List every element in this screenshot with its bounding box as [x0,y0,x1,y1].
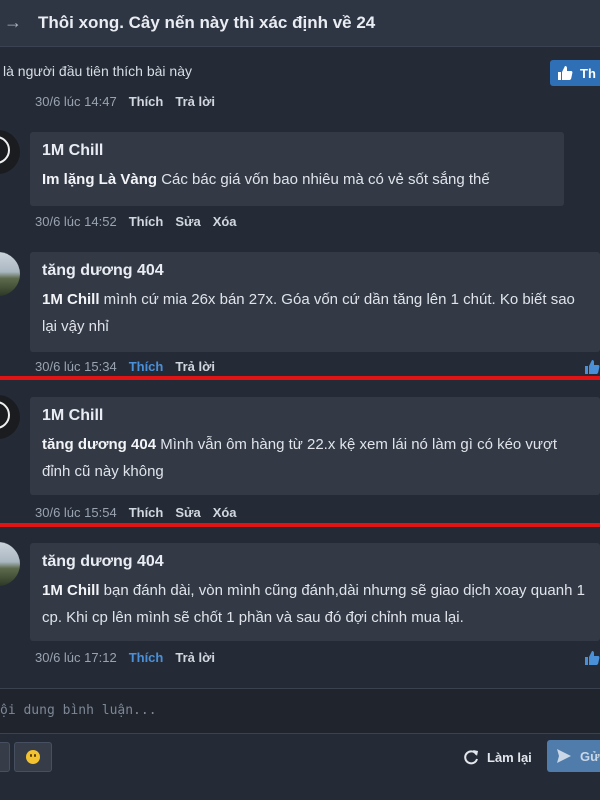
comment-input[interactable]: ội dung bình luận... [0,688,600,734]
comment-text: Im lặng Là Vàng Các bác giá vốn bao nhiê… [42,166,552,193]
thread-title: Thôi xong. Cây nến này thì xác định về 2… [38,13,376,32]
arrow-right-icon[interactable]: → [4,12,22,33]
comment-author[interactable]: 1M Chill [42,407,588,425]
like-link[interactable]: Thích [129,650,164,665]
thread-header: → Thôi xong. Cây nến này thì xác định về… [0,0,600,47]
thumbs-up-icon [558,66,573,80]
refresh-icon [464,750,478,765]
comment-text: 1M Chill mình cứ mia 26x bán 27x. Góa vố… [42,286,588,340]
comment-meta: 30/6 lúc 14:47 Thích Trả lời [35,94,227,109]
comment-input-placeholder: ội dung bình luận... [0,703,157,718]
mention-link[interactable]: 1M Chill [42,291,100,308]
like-link[interactable]: Thích [129,214,164,229]
reply-link[interactable]: Trả lời [175,94,215,109]
edit-link[interactable]: Sửa [175,505,200,520]
emoji-button[interactable] [14,742,52,772]
mention-link[interactable]: tăng dương 404 [42,436,156,453]
comment-body: bạn đánh dài, vòn mình cũng đánh,dài như… [42,582,585,626]
comment-author[interactable]: 1M Chill [42,142,552,160]
toolbar-button[interactable] [0,742,10,772]
comment-author[interactable]: tăng dương 404 [42,262,588,280]
thumbs-up-icon [585,360,600,374]
send-button[interactable]: Gử [547,740,600,772]
reply-link[interactable]: Trả lời [175,359,215,374]
avatar[interactable] [0,130,20,174]
comment-bubble: 1M Chill Im lặng Là Vàng Các bác giá vốn… [30,132,564,206]
comment-text: tăng dương 404 Mình vẫn ôm hàng từ 22.x … [42,431,588,485]
like-link[interactable]: Thích [129,505,164,520]
comment-time: 30/6 lúc 15:34 [35,359,117,374]
comment-text: 1M Chill bạn đánh dài, vòn mình cũng đán… [42,577,588,631]
likes-summary: là người đầu tiên thích bài này [0,58,600,84]
like-thread-label: Th [580,66,596,81]
likes-summary-text: là người đầu tiên thích bài này [3,63,193,79]
comment-bubble: tăng dương 404 1M Chill mình cứ mia 26x … [30,252,600,352]
comment-body: Các bác giá vốn bao nhiêu mà có vẻ sốt s… [157,171,490,188]
comment-meta: 30/6 lúc 17:12 Thích Trả lời [35,650,227,665]
send-label: Gử [580,749,600,764]
delete-link[interactable]: Xóa [213,214,237,229]
comment-author[interactable]: tăng dương 404 [42,553,588,571]
thumbs-up-icon [585,651,600,665]
like-thread-button[interactable]: Th [550,60,600,86]
comment-time: 30/6 lúc 14:52 [35,214,117,229]
reset-label: Làm lại [487,750,532,765]
comment-time: 30/6 lúc 17:12 [35,650,117,665]
highlight-divider [0,376,600,380]
edit-link[interactable]: Sửa [175,214,200,229]
comment-bubble: 1M Chill tăng dương 404 Mình vẫn ôm hàng… [30,397,600,495]
avatar[interactable] [0,542,20,586]
like-link[interactable]: Thích [129,94,164,109]
send-icon [557,749,571,763]
avatar[interactable] [0,395,20,439]
reply-link[interactable]: Trả lời [175,650,215,665]
comment-bubble: tăng dương 404 1M Chill bạn đánh dài, vò… [30,543,600,641]
comment-time: 30/6 lúc 15:54 [35,505,117,520]
comment-time: 30/6 lúc 14:47 [35,94,117,109]
comment-body: mình cứ mia 26x bán 27x. Góa vốn cứ dần … [42,291,575,335]
avatar[interactable] [0,252,20,296]
smiley-icon [26,750,40,764]
like-link[interactable]: Thích [129,359,164,374]
highlight-divider [0,523,600,527]
delete-link[interactable]: Xóa [213,505,237,520]
comment-meta: 30/6 lúc 15:34 Thích Trả lời [35,359,227,374]
comment-meta: 30/6 lúc 14:52 Thích Sửa Xóa [35,214,249,229]
mention-link[interactable]: Im lặng Là Vàng [42,171,157,188]
comment-meta: 30/6 lúc 15:54 Thích Sửa Xóa [35,505,249,520]
mention-link[interactable]: 1M Chill [42,582,100,599]
